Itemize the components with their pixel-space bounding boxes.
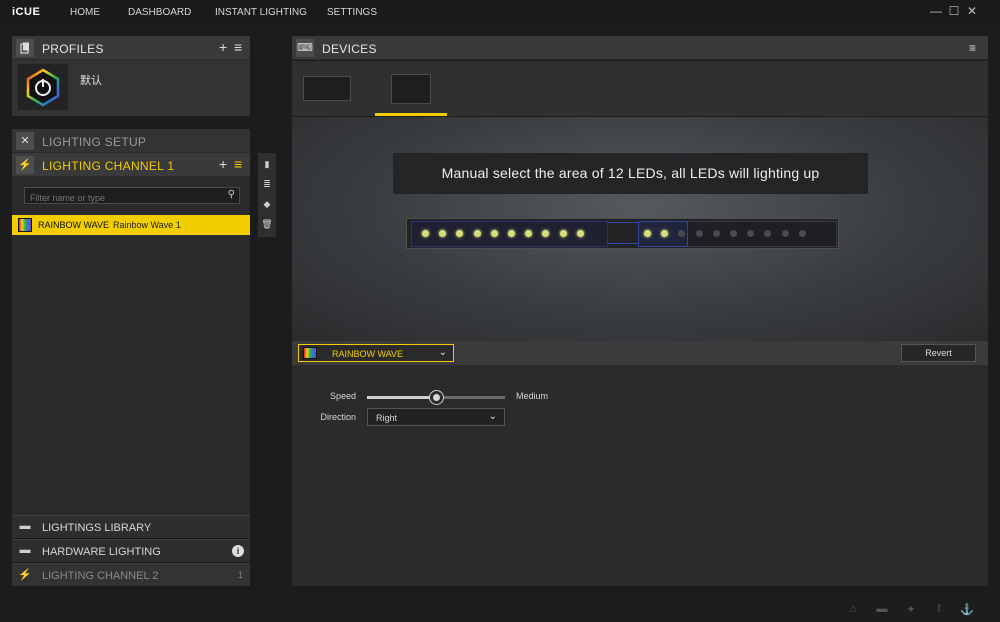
minimize-icon[interactable]: — xyxy=(929,4,943,18)
add-profile-button[interactable]: + xyxy=(219,39,227,55)
lighting-setup-title: LIGHTING SETUP xyxy=(42,135,147,149)
layers-icon[interactable]: ≣ xyxy=(260,177,274,191)
rainbow-swatch-icon xyxy=(18,218,32,232)
icue-logo-icon xyxy=(26,68,60,107)
nav-dashboard[interactable]: DASHBOARD xyxy=(128,7,191,18)
lighting-channel-2-header[interactable]: ⚡ LIGHTING CHANNEL 2 1 xyxy=(12,563,250,586)
instruction-banner: Manual select the area of 12 LEDs, all L… xyxy=(393,153,868,194)
move-icon[interactable]: ◆ xyxy=(260,197,274,211)
effect-bar: RAINBOW WAVE ⌄ Revert xyxy=(292,341,988,365)
profiles-icon xyxy=(16,39,34,57)
hardware-icon: ▬ xyxy=(19,544,31,556)
led-indicator[interactable] xyxy=(422,230,429,237)
effect-dropdown-value: RAINBOW WAVE xyxy=(332,349,404,359)
led-indicator[interactable] xyxy=(781,230,789,237)
profile-name[interactable]: 默认 xyxy=(80,72,102,88)
filter-input[interactable] xyxy=(25,190,215,206)
speed-slider[interactable] xyxy=(367,391,505,404)
device-tabs xyxy=(292,61,988,116)
devices-title: DEVICES xyxy=(322,42,377,56)
revert-button[interactable]: Revert xyxy=(901,344,976,362)
hardware-lighting-title: HARDWARE LIGHTING xyxy=(42,546,161,558)
led-indicator[interactable] xyxy=(490,230,498,237)
profiles-title: PROFILES xyxy=(42,42,104,56)
led-indicator[interactable] xyxy=(730,230,737,237)
lightings-library-title: LIGHTINGS LIBRARY xyxy=(42,522,152,534)
lighting-channel-header[interactable]: ⚡ LIGHTING CHANNEL 1 + ≡ xyxy=(12,153,250,177)
chat-icon[interactable]: ▬ xyxy=(875,603,889,615)
profile-item[interactable] xyxy=(18,64,68,110)
lighting-setup-header[interactable]: ✕ LIGHTING SETUP xyxy=(12,129,250,153)
chevron-down-icon: ⌄ xyxy=(438,347,447,358)
led-stage: Manual select the area of 12 LEDs, all L… xyxy=(292,117,988,341)
speed-label: Speed xyxy=(329,391,356,401)
led-indicator[interactable] xyxy=(644,230,651,237)
status-bar: ⌂ ▬ ✦ f ⚓ xyxy=(0,598,1000,622)
rainbow-swatch-icon xyxy=(303,347,317,359)
effect-list-item[interactable]: RAINBOW WAVE Rainbow Wave 1 xyxy=(12,215,250,235)
speed-value: Medium xyxy=(516,391,549,401)
library-icon: ▬ xyxy=(19,520,31,532)
led-indicator[interactable] xyxy=(473,230,481,237)
twitter-icon[interactable]: ✦ xyxy=(904,603,918,616)
nav-home[interactable]: HOME xyxy=(70,7,100,18)
speed-slider-thumb[interactable] xyxy=(430,391,443,404)
led-indicator[interactable] xyxy=(712,230,720,237)
add-effect-button[interactable]: + xyxy=(219,156,227,172)
performance-icon[interactable]: ⌂ xyxy=(846,603,860,615)
channel-2-count: 1 xyxy=(238,570,244,580)
channel-menu-button[interactable]: ≡ xyxy=(234,156,242,172)
device-tab-controller-1[interactable] xyxy=(303,76,351,101)
led-indicator[interactable] xyxy=(798,230,806,237)
effect-name: Rainbow Wave 1 xyxy=(113,220,181,230)
led-indicator[interactable] xyxy=(508,230,515,237)
lightning-icon: ⚡ xyxy=(16,156,34,174)
chevron-down-icon: ⌄ xyxy=(488,411,497,422)
lighting-channel-title: LIGHTING CHANNEL 1 xyxy=(42,159,175,173)
device-tab-underline xyxy=(375,113,447,116)
lightning-icon: ⚡ xyxy=(18,569,32,581)
effect-toolbar: ▮ ≣ ◆ 🗑 xyxy=(258,153,276,237)
facebook-icon[interactable]: f xyxy=(932,603,946,615)
keyboard-icon: ⌨ xyxy=(296,39,314,57)
devices-menu-icon[interactable]: ≡ xyxy=(969,41,976,55)
led-strip[interactable] xyxy=(406,218,839,249)
instruction-text: Manual select the area of 12 LEDs, all L… xyxy=(441,165,820,181)
effect-properties: Speed Medium Direction Right ⌄ xyxy=(292,365,988,586)
copy-icon[interactable]: ▮ xyxy=(260,157,274,171)
direction-dropdown[interactable]: Right ⌄ xyxy=(367,408,505,426)
lightings-library-header[interactable]: ▬ LIGHTINGS LIBRARY xyxy=(12,515,250,538)
profiles-menu-button[interactable]: ≡ xyxy=(234,39,242,55)
info-icon[interactable]: i xyxy=(232,545,244,557)
profiles-header: PROFILES + ≡ xyxy=(12,36,250,60)
close-icon[interactable]: ✕ xyxy=(965,4,979,18)
led-indicator[interactable] xyxy=(695,230,703,237)
direction-value: Right xyxy=(376,413,398,423)
direction-label: Direction xyxy=(320,412,356,422)
speed-slider-fill xyxy=(367,396,436,399)
effect-dropdown[interactable]: RAINBOW WAVE ⌄ xyxy=(298,344,454,362)
filter-box[interactable]: ⚲ xyxy=(24,187,240,206)
device-tab-controller-2[interactable] xyxy=(391,74,431,104)
segment-connector xyxy=(608,222,638,244)
nav-settings[interactable]: SETTINGS xyxy=(327,7,377,18)
corsair-logo-icon[interactable]: ⚓ xyxy=(960,603,974,616)
maximize-icon[interactable]: ☐ xyxy=(947,4,961,18)
app-name: iCUE xyxy=(12,6,41,18)
search-icon[interactable]: ⚲ xyxy=(228,189,235,200)
effects-panel: ⚲ RAINBOW WAVE Rainbow Wave 1 xyxy=(12,177,250,515)
hardware-lighting-header[interactable]: ▬ HARDWARE LIGHTING i xyxy=(12,539,250,562)
led-indicator[interactable] xyxy=(559,230,567,237)
effect-type: RAINBOW WAVE xyxy=(38,220,110,230)
nav-instant-lighting[interactable]: INSTANT LIGHTING xyxy=(215,7,307,18)
trash-icon[interactable]: 🗑 xyxy=(260,217,274,231)
title-bar: iCUE HOME DASHBOARD INSTANT LIGHTING SET… xyxy=(0,0,1000,24)
led-indicator[interactable] xyxy=(576,230,584,237)
lighting-channel-2-title: LIGHTING CHANNEL 2 xyxy=(42,570,159,582)
tools-icon: ✕ xyxy=(16,132,34,150)
devices-header: ⌨ DEVICES ≡ xyxy=(292,36,988,60)
profile-list: 默认 xyxy=(12,60,250,116)
